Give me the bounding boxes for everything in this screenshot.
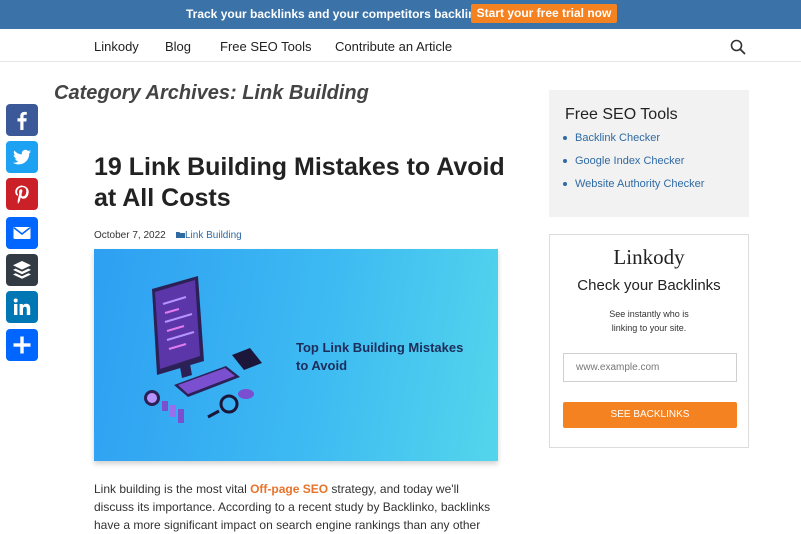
tool-link-website-authority-checker[interactable]: Website Authority Checker — [563, 178, 704, 201]
featured-image-caption: Top Link Building Mistakes to Avoid — [296, 340, 464, 373]
buffer-icon — [13, 261, 31, 279]
tool-link-google-index-checker[interactable]: Google Index Checker — [563, 155, 704, 178]
post-date: October 7, 2022 — [94, 230, 166, 241]
facebook-icon — [17, 111, 27, 130]
twitter-share-button[interactable] — [6, 141, 38, 173]
linkedin-share-button[interactable] — [6, 291, 38, 323]
share-plus-icon — [13, 336, 31, 354]
bullet-icon — [563, 136, 567, 141]
off-page-seo-link[interactable]: Off-page SEO — [250, 482, 328, 496]
buffer-share-button[interactable] — [6, 254, 38, 286]
nav-item-contribute[interactable]: Contribute an Article — [335, 39, 452, 54]
archive-title: Category Archives: Link Building — [54, 82, 369, 104]
post-category-link[interactable]: Link Building — [176, 230, 242, 241]
checker-subtitle-text: See instantly who is linking to your sit… — [609, 309, 689, 333]
excerpt-text-start: Link building is the most vital — [94, 482, 251, 496]
more-share-button[interactable] — [6, 329, 38, 361]
promo-bar: Track your backlinks and your competitor… — [0, 0, 801, 29]
nav-item-blog[interactable]: Blog — [165, 39, 191, 54]
bullet-icon — [563, 182, 567, 187]
backlink-checker-widget: Linkody Check your Backlinks See instant… — [549, 234, 749, 448]
checker-subtitle: See instantly who is linking to your sit… — [550, 307, 748, 335]
facebook-share-button[interactable] — [6, 104, 38, 136]
featured-image[interactable]: Top Link Building Mistakes to Avoid — [94, 249, 498, 461]
twitter-icon — [13, 149, 31, 165]
post-title[interactable]: 19 Link Building Mistakes to Avoid at Al… — [94, 152, 514, 214]
linkedin-icon — [13, 298, 31, 315]
nav-item-free-seo-tools[interactable]: Free SEO Tools — [220, 39, 312, 54]
post-excerpt: Link building is the most vital Off-page… — [94, 480, 494, 534]
nav-item-linkody[interactable]: Linkody — [94, 39, 139, 54]
pinterest-icon — [15, 185, 29, 204]
promo-text: Track your backlinks and your competitor… — [186, 7, 489, 21]
see-backlinks-button[interactable]: SEE BACKLINKS — [563, 402, 737, 428]
tool-link-label: Website Authority Checker — [575, 178, 705, 190]
email-share-button[interactable] — [6, 217, 38, 249]
email-icon — [13, 227, 31, 239]
tool-link-label: Google Index Checker — [575, 155, 685, 167]
main-nav: Linkody Blog Free SEO Tools Contribute a… — [0, 29, 801, 62]
widget-title: Free SEO Tools — [565, 106, 678, 123]
folder-icon — [176, 232, 185, 238]
search-icon[interactable] — [730, 39, 746, 55]
free-seo-tools-widget: Free SEO Tools Backlink Checker Google I… — [549, 90, 749, 217]
post-category-label: Link Building — [185, 230, 242, 241]
bullet-icon — [563, 159, 567, 164]
free-trial-button[interactable]: Start your free trial now — [471, 4, 617, 23]
tool-link-label: Backlink Checker — [575, 132, 660, 144]
website-url-input[interactable] — [563, 353, 737, 382]
tool-link-backlink-checker[interactable]: Backlink Checker — [563, 132, 704, 155]
pinterest-share-button[interactable] — [6, 178, 38, 210]
tools-list: Backlink Checker Google Index Checker We… — [563, 132, 704, 201]
checker-title: Check your Backlinks — [577, 277, 721, 294]
linkody-logo: Linkody — [613, 245, 685, 269]
